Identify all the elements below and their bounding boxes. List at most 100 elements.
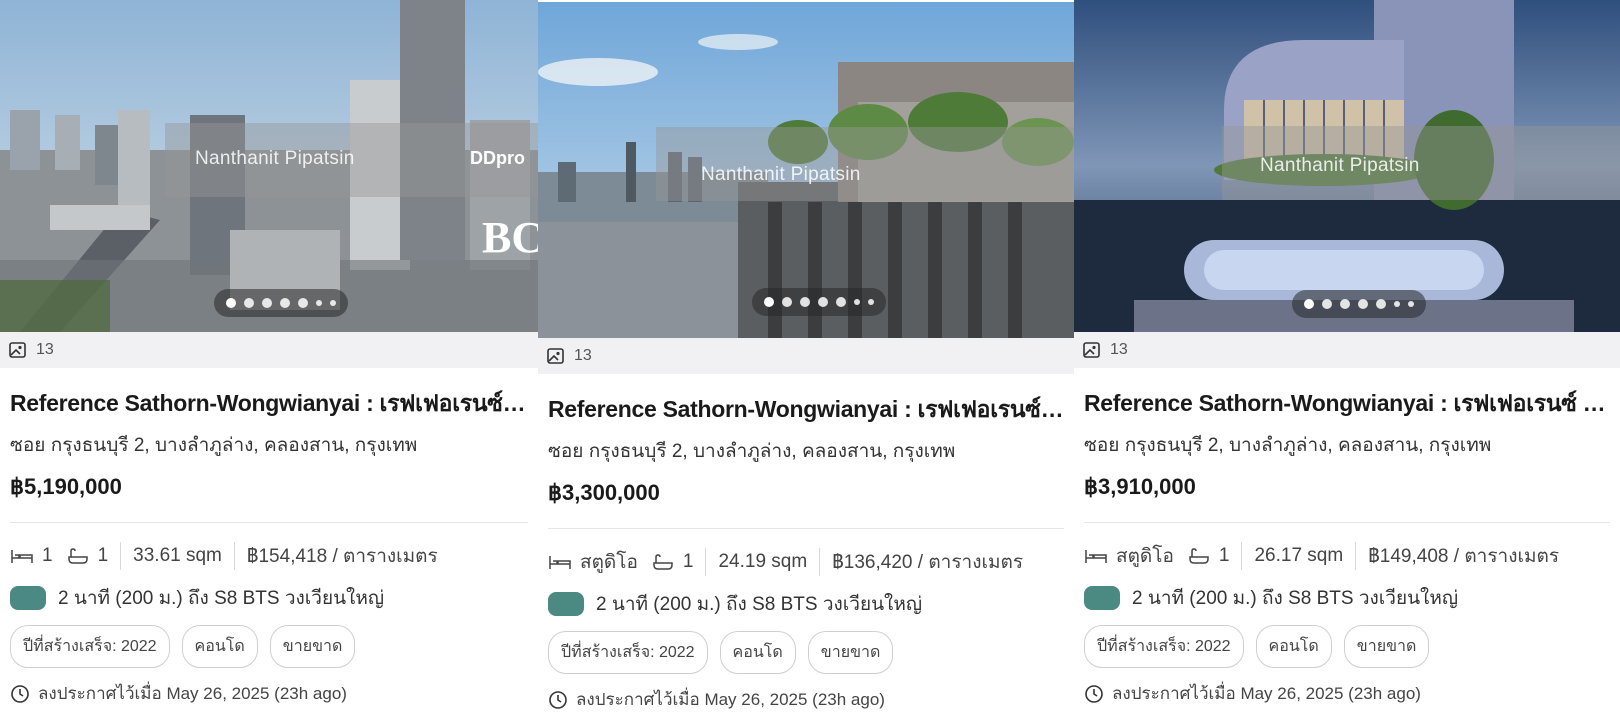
bathtub-icon: [653, 554, 673, 570]
photo-count: 13: [1110, 341, 1128, 358]
carousel-dot[interactable]: [818, 297, 828, 307]
photo-count-bar: 13: [0, 332, 538, 368]
transit-text: 2 นาที (200 ม.) ถึง S8 BTS วงเวียนใหญ่: [596, 594, 923, 615]
listing-title[interactable]: Reference Sathorn-Wongwianyai : เรฟเฟอเร…: [10, 386, 528, 422]
carousel-dot[interactable]: [298, 298, 308, 308]
bed-icon: [11, 550, 33, 563]
carousel-dot[interactable]: [244, 298, 254, 308]
bathtub-icon: [67, 548, 88, 564]
bts-transit-icon: [548, 592, 584, 616]
divider: [1084, 522, 1610, 523]
carousel-dots[interactable]: [1292, 290, 1426, 318]
carousel-dot[interactable]: [1394, 301, 1400, 307]
carousel-dot[interactable]: [280, 298, 290, 308]
bedrooms: สตูดิโอ: [1116, 546, 1174, 567]
bedrooms: 1: [42, 545, 53, 566]
image-gallery-icon: [9, 342, 26, 358]
listing-specs: สตูดิโอ 1 26.17 sqm ฿149,408 / ตารางเมตร: [1084, 541, 1610, 571]
listing-address: ซอย กรุงธนบุรี 2, บางลำภูล่าง, คลองสาน, …: [548, 441, 956, 462]
clock-icon: [1085, 684, 1103, 703]
listing-price: ฿5,190,000: [10, 474, 122, 499]
carousel-dot[interactable]: [262, 298, 272, 308]
watermark-brand: DDpro: [470, 148, 525, 168]
carousel-dot[interactable]: [316, 300, 322, 306]
listing-cards: Nanthanit Pipatsin DDpro BC 13 Reference…: [0, 0, 1620, 712]
clock-icon: [11, 684, 29, 703]
tag-tenure: ขายขาด: [807, 631, 894, 674]
posted-text: ลงประกาศไว้เมื่อ May 26, 2025 (23h ago): [1112, 684, 1421, 703]
spec-separator: [120, 542, 122, 570]
bedrooms: สตูดิโอ: [580, 552, 638, 573]
listing-photo[interactable]: Nanthanit Pipatsin: [538, 2, 1074, 338]
photo-count-bar: 13: [1074, 332, 1620, 368]
area: 33.61 sqm: [133, 545, 222, 566]
carousel-dot[interactable]: [800, 297, 810, 307]
bathtub-icon: [1189, 548, 1209, 564]
carousel-dot[interactable]: [1376, 299, 1386, 309]
listing-address: ซอย กรุงธนบุรี 2, บางลำภูล่าง, คลองสาน, …: [1084, 435, 1492, 456]
watermark-name: Nanthanit Pipatsin: [195, 148, 355, 169]
posted-date: ลงประกาศไว้เมื่อ May 26, 2025 (23h ago): [1084, 680, 1610, 707]
carousel-dot[interactable]: [1340, 299, 1350, 309]
listing-card[interactable]: Nanthanit Pipatsin 13 Reference Sathorn-…: [1074, 0, 1620, 712]
carousel-dot[interactable]: [764, 297, 774, 307]
listing-specs: สตูดิโอ 1 24.19 sqm ฿136,420 / ตารางเมตร: [548, 547, 1064, 577]
tag-list: ปีที่สร้างเสร็จ: 2022 คอนโด ขายขาด: [1084, 625, 1610, 668]
carousel-dot[interactable]: [854, 299, 860, 305]
carousel-dot[interactable]: [1358, 299, 1368, 309]
photo-count: 13: [36, 341, 54, 358]
carousel-dot[interactable]: [836, 297, 846, 307]
spec-separator: [1241, 542, 1243, 570]
photo-count: 13: [574, 347, 592, 364]
carousel-dots[interactable]: [214, 289, 348, 317]
listing-specs: 1 1 33.61 sqm ฿154,418 / ตารางเมตร: [10, 541, 528, 571]
bathrooms: 1: [1218, 545, 1230, 566]
watermark-name: Nanthanit Pipatsin: [1260, 155, 1420, 176]
spec-separator: [233, 542, 235, 570]
bed-icon: [549, 556, 571, 569]
posted-date: ลงประกาศไว้เมื่อ May 26, 2025 (23h ago): [548, 686, 1064, 712]
listing-price: ฿3,910,000: [1084, 474, 1196, 499]
clock-icon: [549, 690, 567, 709]
transit-text: 2 นาที (200 ม.) ถึง S8 BTS วงเวียนใหญ่: [58, 588, 385, 609]
carousel-dot[interactable]: [868, 299, 874, 305]
tag-tenure: ขายขาด: [1343, 625, 1430, 668]
listing-photo[interactable]: Nanthanit Pipatsin DDpro BC: [0, 0, 538, 332]
spec-separator: [1355, 542, 1357, 570]
tag-completion-year: ปีที่สร้างเสร็จ: 2022: [1084, 625, 1244, 668]
posted-text: ลงประกาศไว้เมื่อ May 26, 2025 (23h ago): [38, 684, 347, 703]
photo-count-bar: 13: [538, 338, 1074, 374]
carousel-dot[interactable]: [1408, 301, 1414, 307]
posted-date: ลงประกาศไว้เมื่อ May 26, 2025 (23h ago): [10, 680, 528, 707]
carousel-dot[interactable]: [1322, 299, 1332, 309]
carousel-dot[interactable]: [226, 298, 236, 308]
transit-info: 2 นาที (200 ม.) ถึง S8 BTS วงเวียนใหญ่: [10, 583, 528, 613]
tag-tenure: ขายขาด: [269, 625, 356, 668]
divider: [548, 528, 1064, 529]
posted-text: ลงประกาศไว้เมื่อ May 26, 2025 (23h ago): [576, 690, 885, 709]
watermark-name: Nanthanit Pipatsin: [701, 164, 861, 185]
listing-card[interactable]: Nanthanit Pipatsin 13 Reference Sathorn-…: [538, 2, 1074, 712]
bed-icon: [1085, 550, 1107, 563]
tag-list: ปีที่สร้างเสร็จ: 2022 คอนโด ขายขาด: [548, 631, 1064, 674]
carousel-dot[interactable]: [330, 300, 336, 306]
listing-title[interactable]: Reference Sathorn-Wongwianyai : เรฟเฟอเร…: [1084, 386, 1610, 422]
tag-property-type: คอนโด: [1255, 625, 1332, 668]
listing-photo[interactable]: Nanthanit Pipatsin: [1074, 0, 1620, 332]
listing-card[interactable]: Nanthanit Pipatsin DDpro BC 13 Reference…: [0, 0, 538, 712]
watermark-logo: BC: [482, 213, 538, 262]
carousel-dot[interactable]: [782, 297, 792, 307]
spec-separator: [705, 548, 707, 576]
spec-separator: [819, 548, 821, 576]
price-per-area: ฿149,408 / ตารางเมตร: [1368, 546, 1560, 567]
bathrooms: 1: [97, 545, 109, 566]
price-per-area: ฿136,420 / ตารางเมตร: [832, 552, 1024, 573]
carousel-dots[interactable]: [752, 288, 886, 316]
divider: [10, 522, 528, 523]
carousel-dot[interactable]: [1304, 299, 1314, 309]
area: 24.19 sqm: [718, 551, 808, 572]
listing-title[interactable]: Reference Sathorn-Wongwianyai : เรฟเฟอเร…: [548, 392, 1064, 428]
bts-transit-icon: [1084, 586, 1120, 610]
tag-property-type: คอนโด: [719, 631, 796, 674]
tag-list: ปีที่สร้างเสร็จ: 2022 คอนโด ขายขาด: [10, 625, 528, 668]
